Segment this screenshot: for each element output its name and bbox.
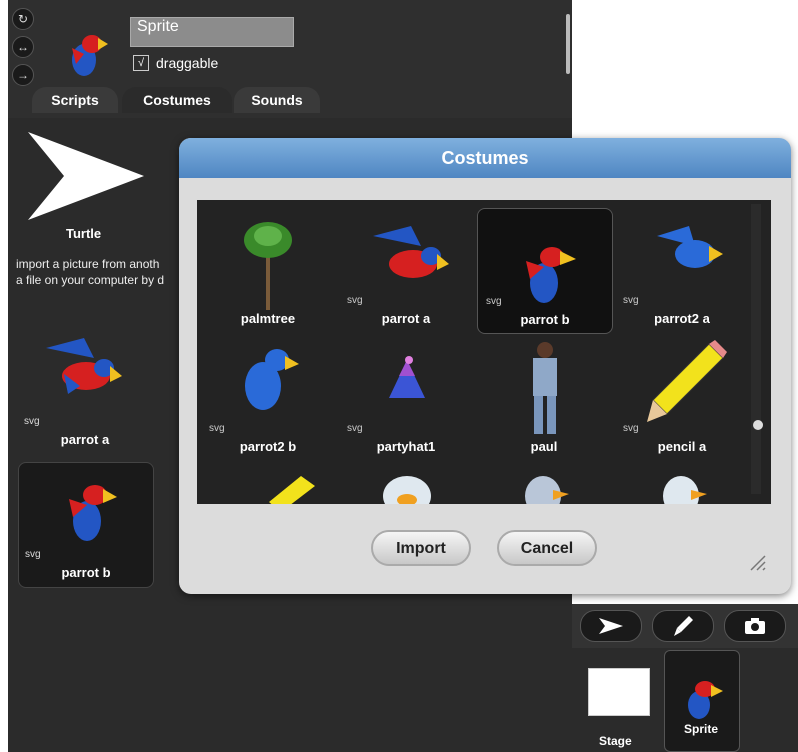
library-scrollbar[interactable]	[751, 204, 761, 494]
rotate-none-icon[interactable]: →	[12, 64, 34, 86]
stage-label: Stage	[599, 734, 632, 748]
item-label: partyhat1	[376, 439, 436, 454]
item-label: pencil a	[657, 439, 707, 454]
sprite-thumbnail-icon	[72, 35, 108, 76]
header-scrollbar[interactable]	[566, 14, 570, 74]
costume-item-selected[interactable]: svg parrot b	[18, 462, 154, 588]
turtle-icon	[599, 618, 623, 634]
item-label: parrot a	[381, 311, 431, 326]
svg-tag: svg	[209, 423, 225, 434]
turtle-label: Turtle	[66, 226, 102, 241]
sprite-name-field[interactable]: Sprite	[130, 17, 294, 47]
item-label: parrot2 a	[654, 311, 710, 326]
library-item-parrot-b[interactable]: svg parrot b	[477, 208, 613, 334]
import-hint-text: import a picture from anoth a file on yo…	[16, 257, 165, 287]
library-item-paul[interactable]: paul	[477, 336, 611, 460]
parrot-icon	[688, 681, 723, 719]
item-label: paul	[530, 439, 558, 454]
library-item-parrot2-b[interactable]: svg parrot2 b	[201, 336, 335, 460]
camera-sprite-button[interactable]	[724, 610, 786, 642]
camera-icon	[745, 618, 765, 634]
svg-tag: svg	[25, 549, 41, 560]
new-turtle-sprite-button[interactable]	[580, 610, 642, 642]
costume-label: parrot b	[61, 565, 111, 580]
costume-library: palmtree svg parrot a svg parrot b svg p…	[197, 200, 771, 504]
library-item-parrot2-a[interactable]: svg parrot2 a	[615, 208, 749, 332]
library-item-pencil-b[interactable]	[201, 464, 335, 504]
resize-handle-icon[interactable]	[747, 552, 767, 572]
palmtree-icon	[244, 222, 292, 310]
item-label: parrot2 b	[239, 439, 297, 454]
penguin-icon	[525, 476, 569, 504]
rotate-flip-icon[interactable]: ↔	[12, 36, 34, 58]
pencil-icon	[269, 476, 315, 504]
penguin-icon	[383, 476, 431, 504]
penguin-icon	[663, 476, 707, 504]
parrot-icon	[69, 485, 117, 541]
stage-thumbnail[interactable]	[588, 668, 650, 716]
parrot-icon	[46, 338, 122, 394]
tab-scripts[interactable]: Scripts	[32, 87, 118, 113]
library-item-palmtree[interactable]: palmtree	[201, 208, 335, 332]
parrot2-icon	[245, 349, 299, 410]
item-label: parrot b	[520, 312, 570, 327]
partyhat-icon	[389, 356, 425, 398]
library-item-penguin[interactable]	[615, 464, 749, 504]
parrot-icon	[526, 247, 576, 303]
svg-tag: svg	[623, 295, 639, 306]
tab-sounds[interactable]: Sounds	[234, 87, 320, 113]
library-item-pencil-a[interactable]: svg pencil a	[615, 336, 749, 460]
svg-tag: svg	[24, 416, 40, 427]
library-item-partyhat1[interactable]: svg partyhat1	[339, 336, 473, 460]
library-item-penguin[interactable]	[477, 464, 611, 504]
svg-tag: svg	[623, 423, 639, 434]
costume-label: parrot a	[60, 432, 110, 447]
svg-tag: svg	[347, 423, 363, 434]
sprite-corral-item[interactable]	[664, 650, 740, 752]
dialog-title: Costumes	[179, 138, 791, 178]
parrot2-icon	[657, 226, 723, 268]
draggable-checkbox[interactable]: √	[133, 55, 149, 71]
sprite-corral-label: Sprite	[684, 722, 719, 736]
rotate-free-icon[interactable]: ↻	[12, 8, 34, 30]
paul-icon	[533, 342, 557, 434]
cancel-button[interactable]: Cancel	[497, 530, 597, 566]
import-button[interactable]: Import	[371, 530, 471, 566]
pencil-icon	[647, 340, 727, 422]
draggable-label: draggable	[156, 55, 219, 71]
svg-tag: svg	[486, 296, 502, 307]
item-label: palmtree	[240, 311, 296, 326]
costumes-dialog: Costumes palmtree svg parrot a svg parro…	[179, 138, 791, 594]
scroll-thumb-icon[interactable]	[753, 420, 763, 430]
parrot-icon	[373, 226, 449, 278]
tab-costumes[interactable]: Costumes	[122, 87, 232, 113]
brush-icon	[674, 616, 693, 636]
library-item-penguin[interactable]	[339, 464, 473, 504]
paint-new-sprite-button[interactable]	[652, 610, 714, 642]
turtle-icon[interactable]	[24, 128, 148, 224]
library-item-parrot-a[interactable]: svg parrot a	[339, 208, 473, 332]
costume-item[interactable]: svg parrot a	[18, 322, 152, 447]
svg-tag: svg	[347, 295, 363, 306]
